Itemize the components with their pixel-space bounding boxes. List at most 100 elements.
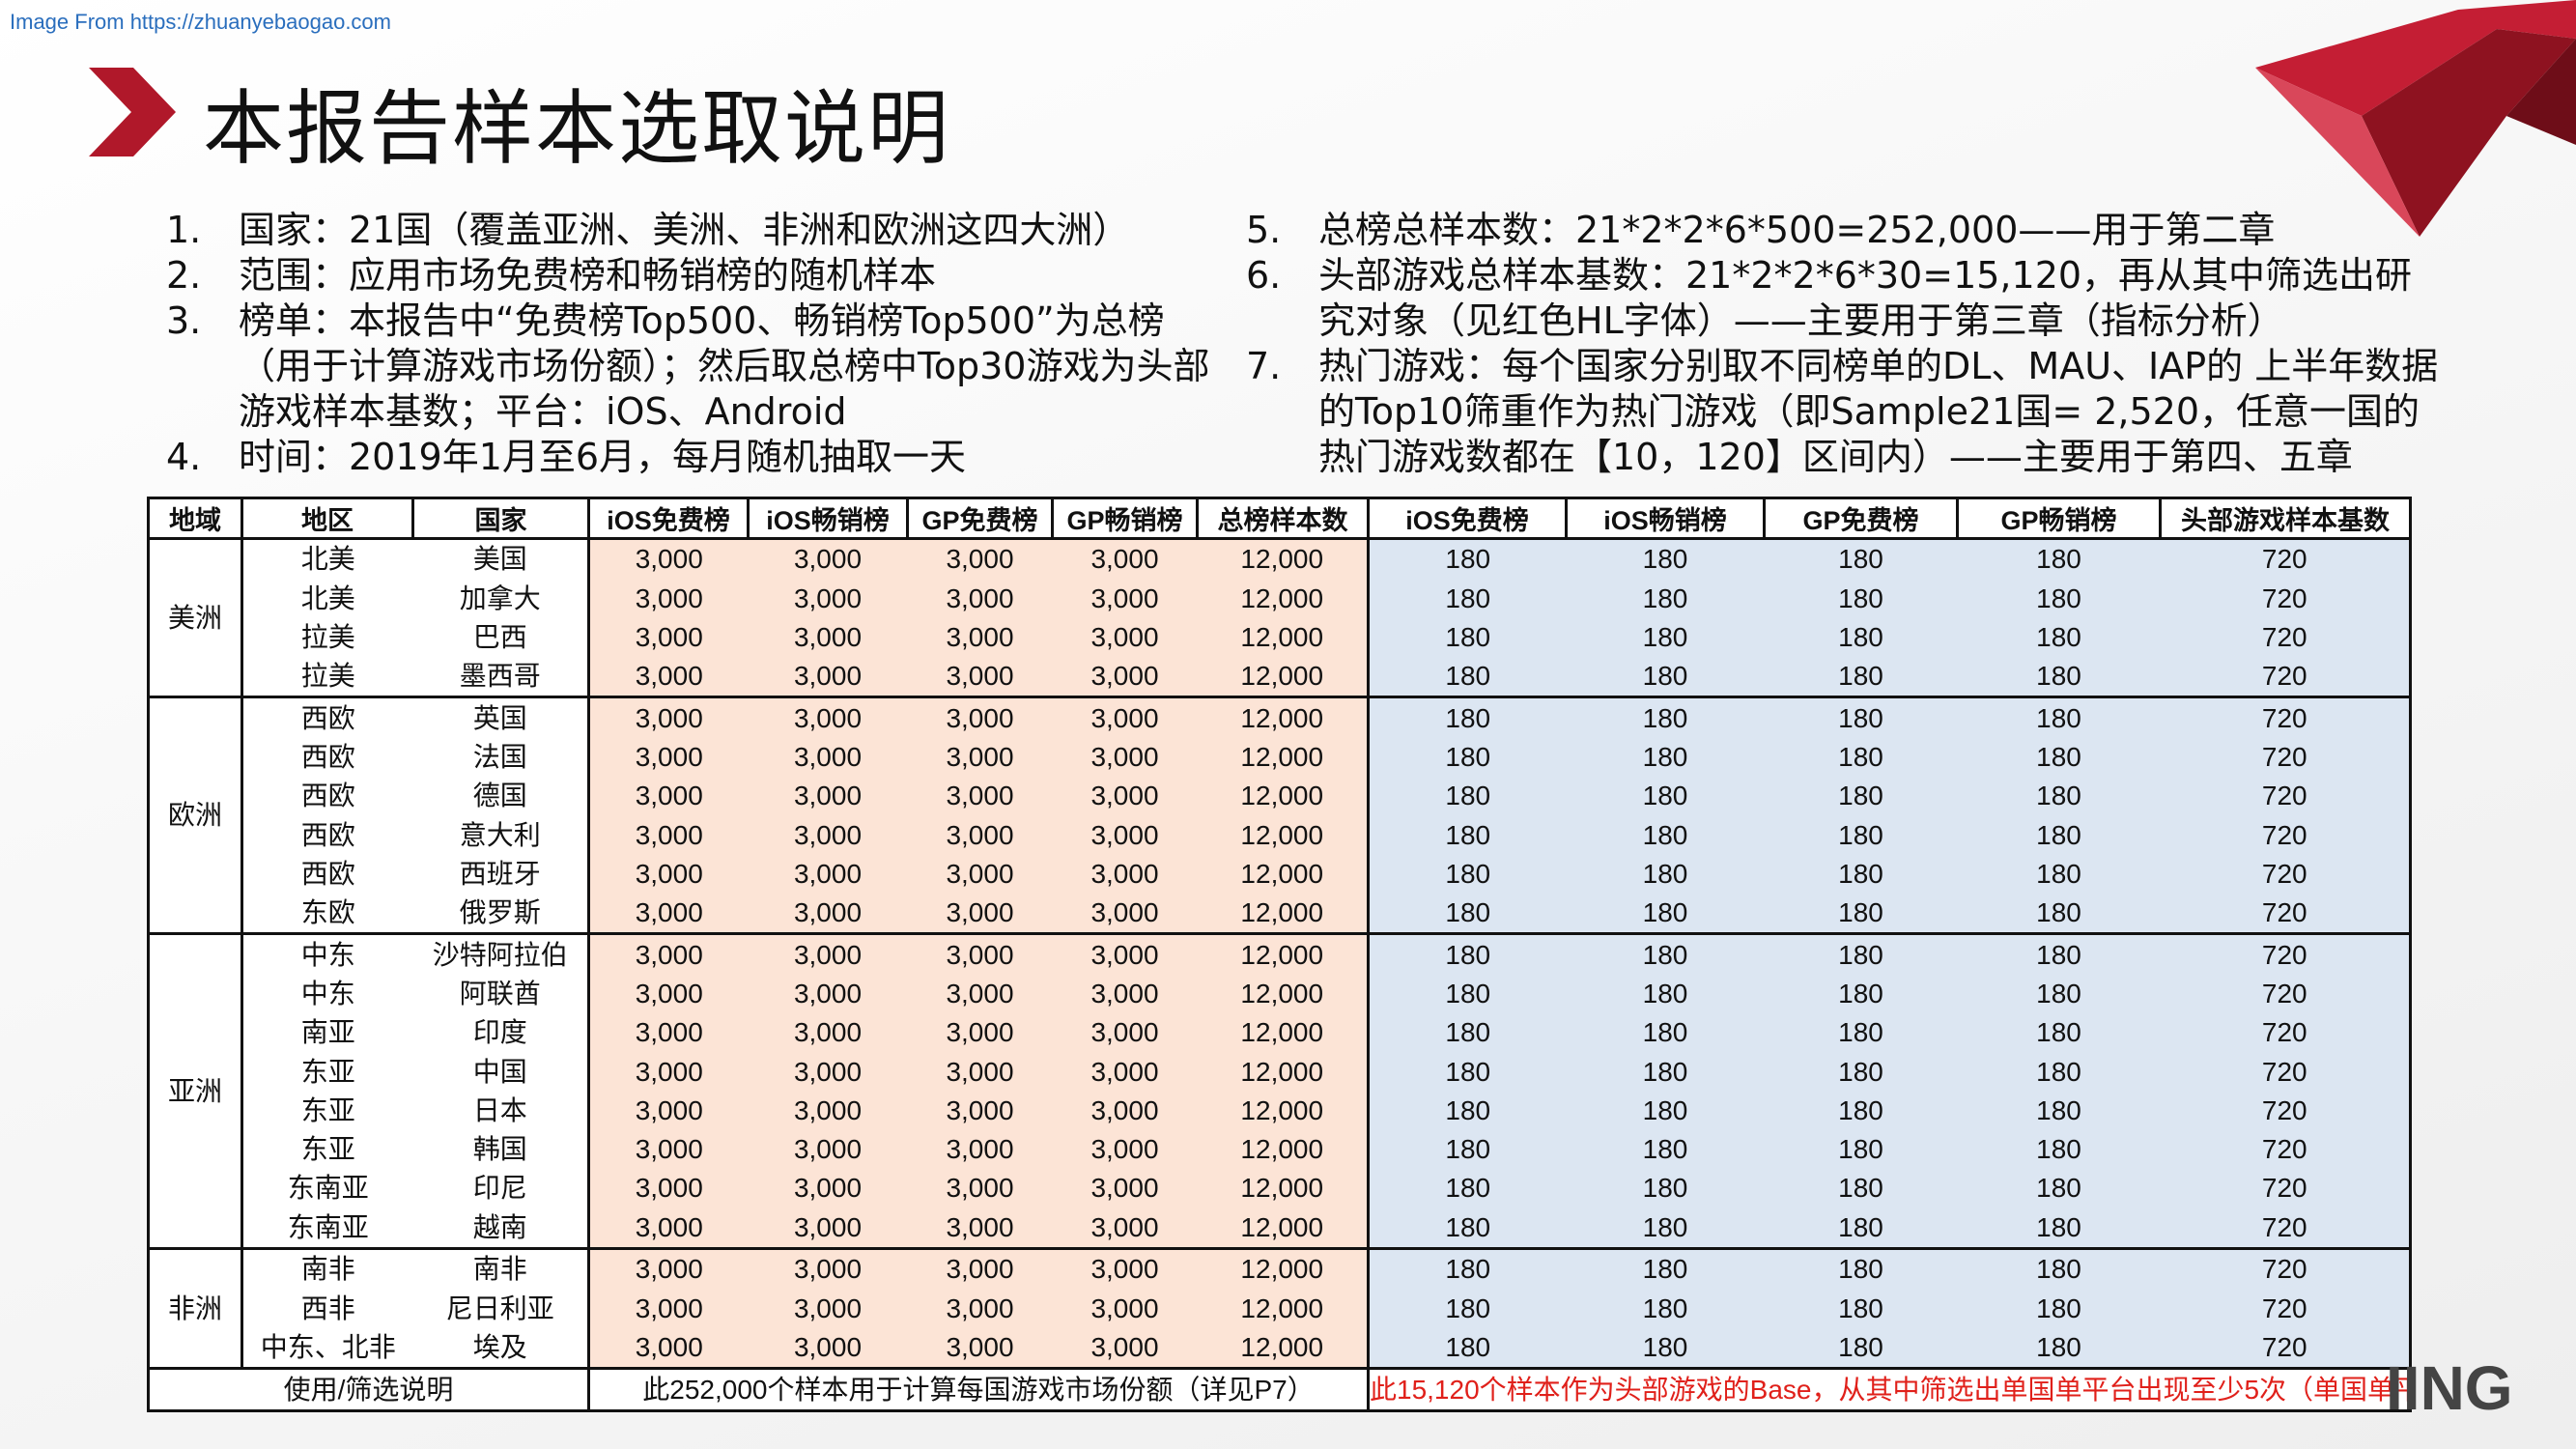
note-text: 热门游戏：每个国家分别取不同榜单的DL、MAU、IAP的 上半年数据的Top10… bbox=[1318, 345, 2439, 478]
value-cell: 12,000 bbox=[1197, 657, 1370, 699]
value-cell: 180 bbox=[1957, 579, 2161, 618]
column-header: GP免费榜 bbox=[906, 497, 1054, 540]
value-cell: 3,000 bbox=[748, 538, 908, 580]
note-text: 范围：应用市场免费榜和畅销榜的随机样本 bbox=[239, 254, 937, 297]
subregion-cell: 东南亚 bbox=[241, 1169, 413, 1208]
value-cell: 180 bbox=[1764, 1052, 1958, 1092]
value-cell: 180 bbox=[1368, 854, 1567, 894]
value-cell: 12,000 bbox=[1197, 737, 1370, 778]
value-cell: 180 bbox=[1566, 1289, 1765, 1328]
value-cell: 720 bbox=[2160, 1248, 2412, 1290]
notes-right: 5. 总榜总样本数：21*2*2*6*500=252,000——用于第二章 6. 头… bbox=[1246, 208, 2444, 480]
value-cell: 180 bbox=[1957, 933, 2161, 975]
value-cell: 180 bbox=[1368, 1289, 1567, 1328]
country-cell: 南非 bbox=[412, 1248, 590, 1290]
value-cell: 3,000 bbox=[588, 1169, 749, 1208]
value-cell: 3,000 bbox=[748, 1130, 908, 1170]
value-cell: 180 bbox=[1957, 1091, 2161, 1130]
value-cell: 12,000 bbox=[1197, 777, 1370, 816]
value-cell: 3,000 bbox=[907, 1208, 1053, 1250]
value-cell: 180 bbox=[1957, 538, 2161, 580]
value-cell: 720 bbox=[2160, 1130, 2412, 1170]
value-cell: 3,000 bbox=[748, 1169, 908, 1208]
value-cell: 180 bbox=[1764, 617, 1958, 657]
value-cell: 180 bbox=[1566, 657, 1765, 699]
value-cell: 180 bbox=[1957, 974, 2161, 1014]
value-cell: 3,000 bbox=[588, 737, 749, 778]
value-cell: 180 bbox=[1957, 1169, 2161, 1208]
value-cell: 720 bbox=[2160, 696, 2412, 738]
value-cell: 3,000 bbox=[907, 815, 1053, 855]
value-cell: 180 bbox=[1764, 696, 1958, 738]
table-row: 西欧 意大利 3,000 3,000 3,000 3,000 12,000 180 180 180… bbox=[149, 815, 2412, 855]
value-cell: 180 bbox=[1957, 1248, 2161, 1290]
value-cell: 3,000 bbox=[748, 933, 908, 975]
value-cell: 180 bbox=[1566, 1208, 1765, 1250]
subregion-cell: 拉美 bbox=[241, 657, 413, 699]
column-header: iOS畅销榜 bbox=[747, 497, 909, 540]
value-cell: 3,000 bbox=[748, 1208, 908, 1250]
value-cell: 3,000 bbox=[588, 538, 749, 580]
value-cell: 180 bbox=[1764, 1327, 1958, 1371]
note-number: 1. bbox=[166, 209, 202, 251]
value-cell: 180 bbox=[1764, 657, 1958, 699]
subregion-cell: 东亚 bbox=[241, 1130, 413, 1170]
value-cell: 180 bbox=[1368, 815, 1567, 855]
value-cell: 720 bbox=[2160, 815, 2412, 855]
value-cell: 720 bbox=[2160, 854, 2412, 894]
value-cell: 3,000 bbox=[748, 1327, 908, 1371]
value-cell: 3,000 bbox=[907, 657, 1053, 699]
note-number: 5. bbox=[1246, 209, 1282, 251]
value-cell: 180 bbox=[1566, 579, 1765, 618]
value-cell: 3,000 bbox=[588, 777, 749, 816]
value-cell: 180 bbox=[1957, 696, 2161, 738]
value-cell: 180 bbox=[1566, 1248, 1765, 1290]
value-cell: 180 bbox=[1957, 1052, 2161, 1092]
subregion-cell: 西欧 bbox=[241, 854, 413, 894]
value-cell: 720 bbox=[2160, 617, 2412, 657]
value-cell: 12,000 bbox=[1197, 815, 1370, 855]
value-cell: 720 bbox=[2160, 1013, 2412, 1053]
note-item: 6. 头部游戏总样本基数：21*2*2*6*30=15,120，再从其中筛选出研究… bbox=[1246, 253, 2444, 344]
region-cell: 非洲 bbox=[147, 1246, 243, 1371]
value-cell: 3,000 bbox=[907, 538, 1053, 580]
value-cell: 3,000 bbox=[588, 1091, 749, 1130]
value-cell: 12,000 bbox=[1197, 1327, 1370, 1371]
value-cell: 180 bbox=[1957, 815, 2161, 855]
value-cell: 3,000 bbox=[748, 1289, 908, 1328]
value-cell: 720 bbox=[2160, 933, 2412, 975]
value-cell: 180 bbox=[1368, 737, 1567, 778]
value-cell: 12,000 bbox=[1197, 854, 1370, 894]
value-cell: 180 bbox=[1368, 1208, 1567, 1250]
value-cell: 180 bbox=[1566, 894, 1765, 936]
value-cell: 12,000 bbox=[1197, 974, 1370, 1014]
value-cell: 3,000 bbox=[1052, 1013, 1198, 1053]
value-cell: 3,000 bbox=[1052, 815, 1198, 855]
value-cell: 3,000 bbox=[907, 1013, 1053, 1053]
value-cell: 720 bbox=[2160, 1208, 2412, 1250]
value-cell: 3,000 bbox=[588, 657, 749, 699]
table-row: 中东 阿联酋 3,000 3,000 3,000 3,000 12,000 180 180 180… bbox=[149, 974, 2412, 1014]
value-cell: 12,000 bbox=[1197, 579, 1370, 618]
subregion-cell: 东亚 bbox=[241, 1052, 413, 1092]
table-row: 东亚 韩国 3,000 3,000 3,000 3,000 12,000 180 180 180 1… bbox=[149, 1130, 2412, 1170]
value-cell: 3,000 bbox=[748, 657, 908, 699]
subregion-cell: 北美 bbox=[241, 538, 413, 580]
value-cell: 12,000 bbox=[1197, 1013, 1370, 1053]
value-cell: 720 bbox=[2160, 1052, 2412, 1092]
source-watermark: Image From https://zhuanyebaogao.com bbox=[10, 10, 391, 34]
value-cell: 3,000 bbox=[748, 777, 908, 816]
country-cell: 日本 bbox=[412, 1091, 590, 1130]
value-cell: 180 bbox=[1368, 579, 1567, 618]
country-cell: 阿联酋 bbox=[412, 974, 590, 1014]
value-cell: 720 bbox=[2160, 1091, 2412, 1130]
country-cell: 尼日利亚 bbox=[412, 1289, 590, 1328]
note-item: 7. 热门游戏：每个国家分别取不同榜单的DL、MAU、IAP的 上半年数据的Top… bbox=[1246, 344, 2444, 480]
value-cell: 3,000 bbox=[748, 617, 908, 657]
subregion-cell: 中东、北非 bbox=[241, 1327, 413, 1371]
column-header: 地区 bbox=[241, 497, 414, 540]
table-row: 亚洲 中东 沙特阿拉伯 3,000 3,000 3,000 3,000 12,000 180 18… bbox=[147, 932, 2412, 1250]
note-text: 榜单：本报告中“免费榜Top500、畅销榜Top500”为总榜（用于计算游戏市场… bbox=[239, 299, 1210, 433]
value-cell: 3,000 bbox=[748, 854, 908, 894]
value-cell: 180 bbox=[1764, 1091, 1958, 1130]
